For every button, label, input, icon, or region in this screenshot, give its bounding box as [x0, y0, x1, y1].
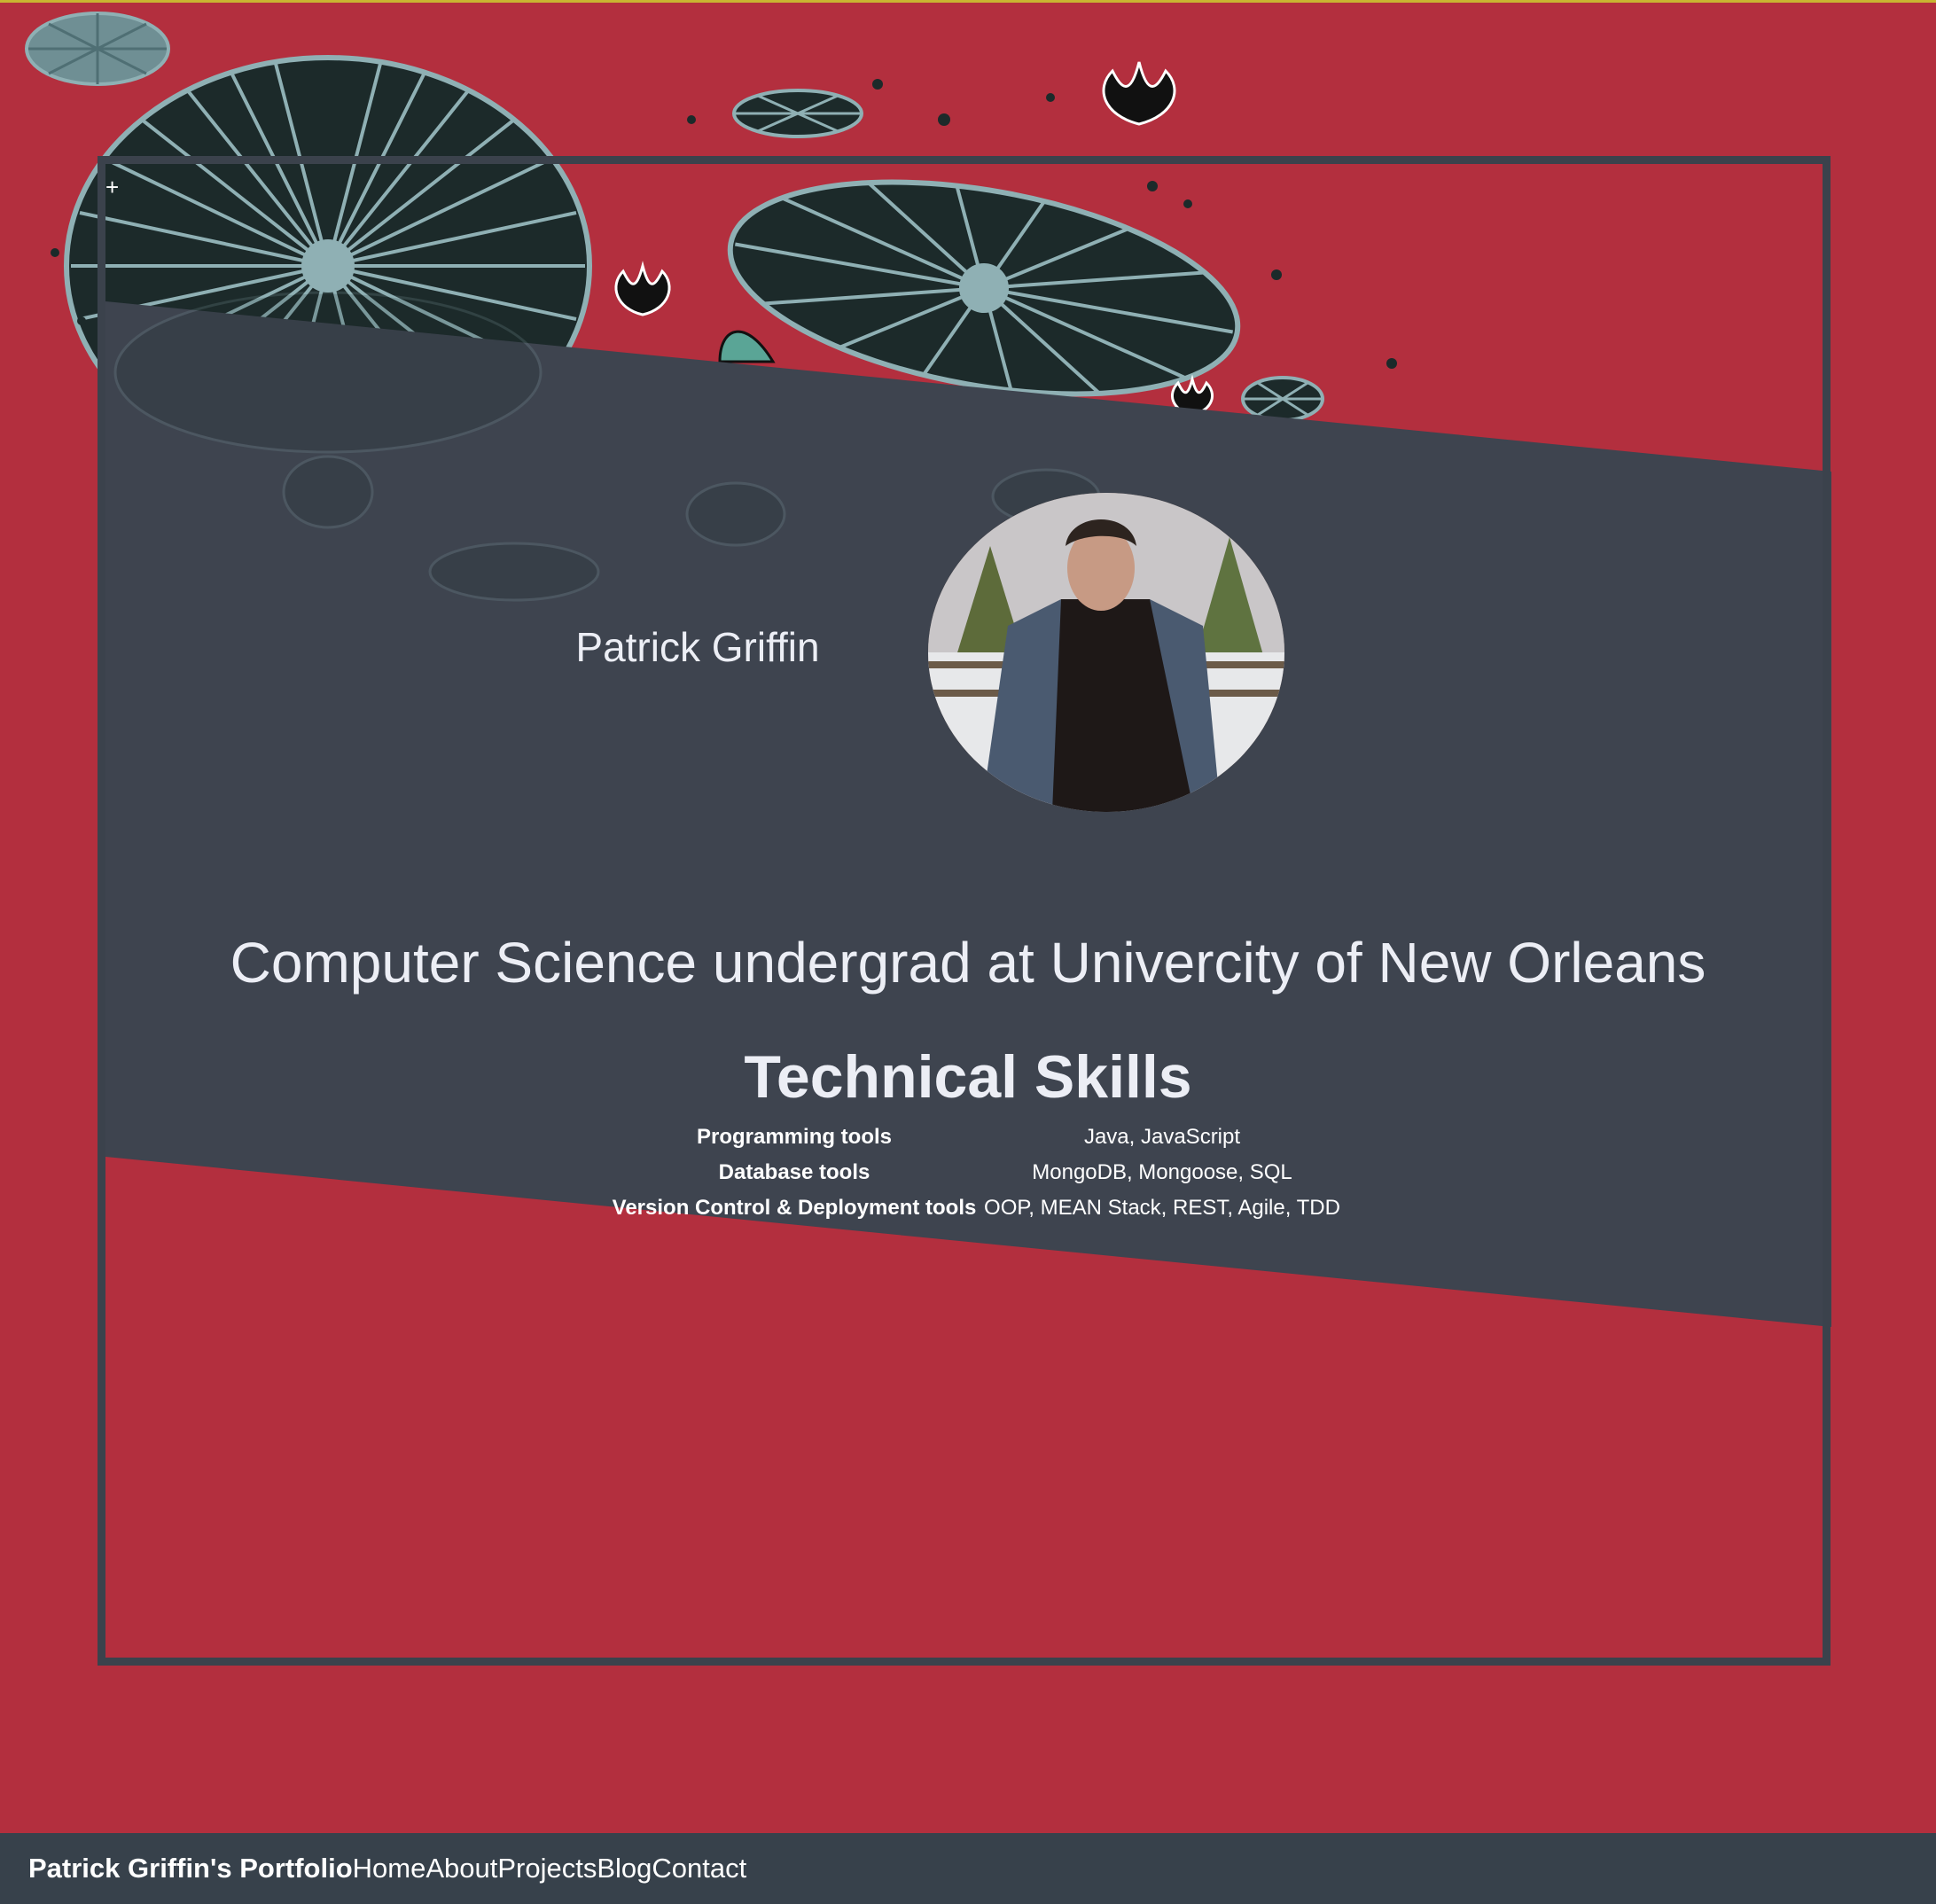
skill-row-programming: Programming tools Java, JavaScript: [612, 1120, 1347, 1155]
navbar: Patrick Griffin's Portfolio Home About P…: [0, 1833, 1936, 1904]
plus-icon: +: [105, 174, 120, 200]
skill-value: MongoDB, Mongoose, SQL: [1032, 1160, 1292, 1184]
content-frame: [98, 156, 1831, 1666]
page-content: + Patrick Griffin Computer Science under…: [0, 0, 1936, 1833]
nav-link-home[interactable]: Home: [353, 1853, 426, 1884]
nav-link-about[interactable]: About: [425, 1853, 497, 1884]
skill-value: Java, JavaScript: [1083, 1125, 1241, 1149]
profile-name: Patrick Griffin: [575, 624, 820, 670]
skill-label: Version Control & Deployment tools: [612, 1196, 977, 1220]
avatar-photo: [928, 493, 1284, 812]
nav-link-contact[interactable]: Contact: [652, 1853, 746, 1884]
skill-label: Database tools: [718, 1160, 870, 1184]
nav-link-blog[interactable]: Blog: [597, 1853, 652, 1884]
skill-row-version-control: Version Control & Deployment tools OOP, …: [612, 1190, 1347, 1226]
skill-label: Programming tools: [696, 1125, 893, 1149]
navbar-brand[interactable]: Patrick Griffin's Portfolio: [28, 1853, 353, 1884]
skill-value: OOP, MEAN Stack, REST, Agile, TDD: [984, 1196, 1340, 1220]
skills-table: Programming tools Java, JavaScript Datab…: [612, 1120, 1347, 1226]
skills-heading: Technical Skills: [744, 1043, 1192, 1111]
profile-subtitle: Computer Science undergrad at Univercity…: [230, 931, 1706, 995]
avatar: [928, 493, 1284, 812]
skill-row-database: Database tools MongoDB, Mongoose, SQL: [612, 1155, 1347, 1190]
nav-link-projects[interactable]: Projects: [497, 1853, 597, 1884]
